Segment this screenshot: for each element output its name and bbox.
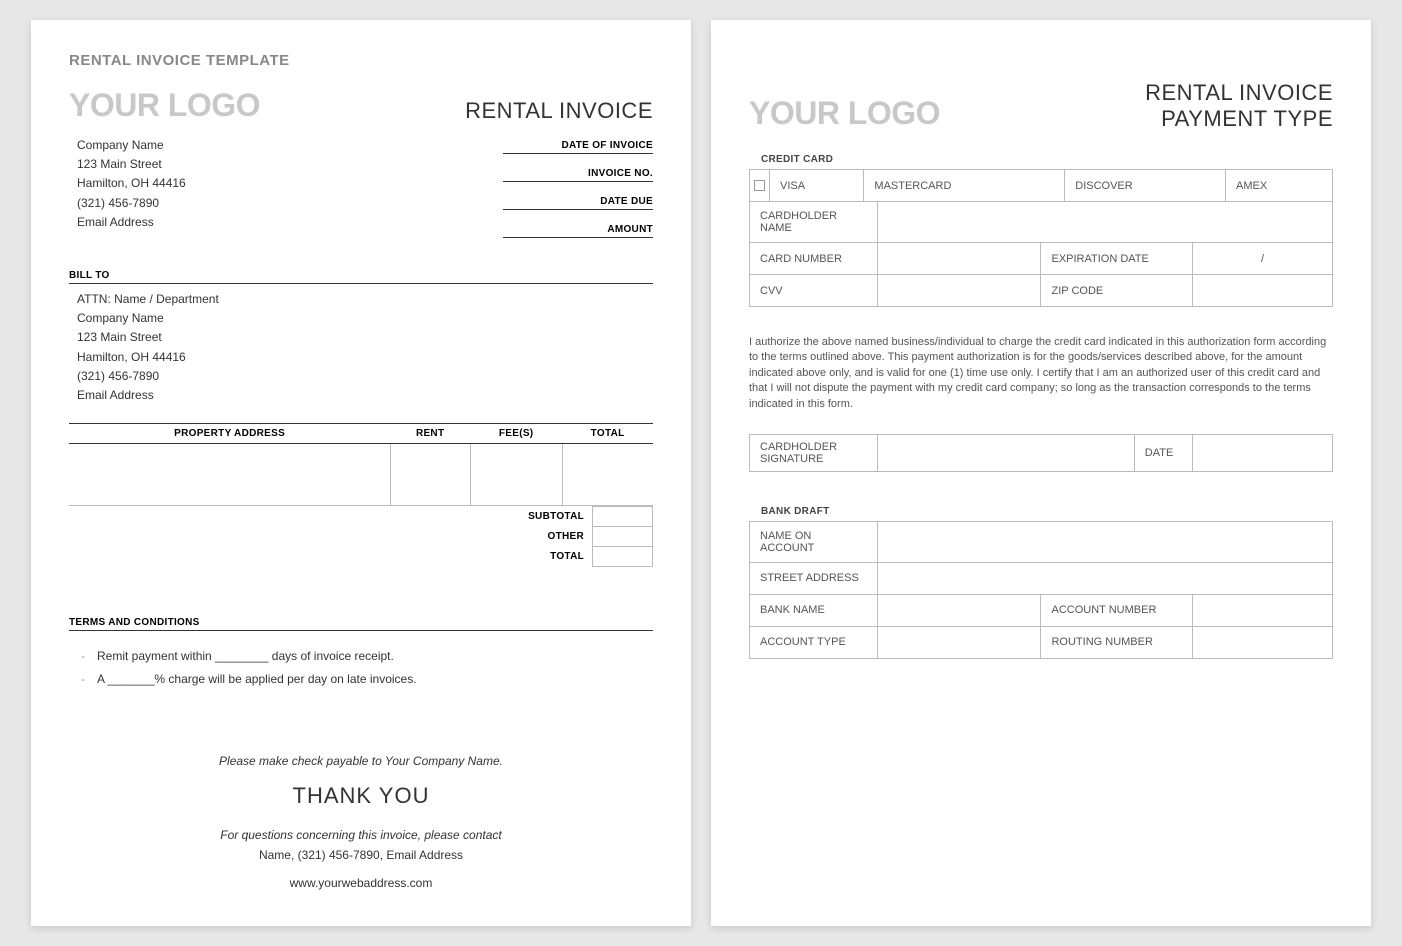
invoice-page-1: RENTAL INVOICE TEMPLATE YOUR LOGO RENTAL… (31, 20, 691, 926)
bank-name-label: BANK NAME (750, 594, 878, 626)
info-row: Company Name 123 Main Street Hamilton, O… (69, 136, 653, 248)
subtotal-value[interactable] (593, 507, 653, 527)
name-on-account-value[interactable] (878, 521, 1333, 562)
total-label: TOTAL (520, 547, 592, 567)
col-rent: RENT (390, 424, 470, 444)
col-fees: FEE(S) (470, 424, 562, 444)
meta-invoice-no: INVOICE NO. (503, 164, 653, 182)
expiration-label: EXPIRATION DATE (1041, 243, 1193, 275)
header-row: YOUR LOGO RENTAL INVOICE (69, 87, 653, 124)
street-address-label: STREET ADDRESS (750, 562, 878, 594)
term-item: A _______% charge will be applied per da… (97, 668, 653, 691)
account-number-value[interactable] (1193, 594, 1333, 626)
signature-label: CARDHOLDER SIGNATURE (750, 434, 878, 471)
col-property: PROPERTY ADDRESS (69, 424, 390, 444)
terms-list: Remit payment within ________ days of in… (69, 645, 653, 691)
visa-label: VISA (770, 170, 864, 202)
document-type: RENTAL INVOICE (465, 98, 653, 124)
discover-label: DISCOVER (1065, 170, 1226, 202)
cell-fees[interactable] (470, 444, 562, 506)
table-row (69, 444, 653, 506)
document-type-2: RENTAL INVOICE PAYMENT TYPE (1145, 80, 1333, 132)
cell-property[interactable] (69, 444, 390, 506)
mastercard-label: MASTERCARD (864, 170, 1065, 202)
cell-total[interactable] (562, 444, 653, 506)
company-street: 123 Main Street (77, 155, 186, 174)
bank-draft-label: BANK DRAFT (761, 506, 1333, 517)
other-value[interactable] (593, 527, 653, 547)
term-item: Remit payment within ________ days of in… (97, 645, 653, 668)
signature-table: CARDHOLDER SIGNATURE DATE (749, 434, 1333, 472)
billto-email: Email Address (77, 386, 653, 405)
invoice-page-2: YOUR LOGO RENTAL INVOICE PAYMENT TYPE CR… (711, 20, 1371, 926)
date-value[interactable] (1193, 434, 1333, 471)
totals-block: SUBTOTAL OTHER TOTAL (69, 506, 653, 567)
billto-company: Company Name (77, 309, 653, 328)
authorization-text: I authorize the above named business/ind… (749, 335, 1333, 412)
amex-label: AMEX (1226, 170, 1333, 202)
credit-card-fields-table: CARDHOLDER NAME CARD NUMBER EXPIRATION D… (749, 201, 1333, 307)
cardholder-value[interactable] (878, 202, 1333, 243)
visa-checkbox-cell[interactable] (750, 170, 770, 202)
date-label: DATE (1134, 434, 1192, 471)
bill-to-block: ATTN: Name / Department Company Name 123… (69, 290, 653, 405)
col-total: TOTAL (562, 424, 653, 444)
company-phone: (321) 456-7890 (77, 194, 186, 213)
bank-draft-table: NAME ON ACCOUNT STREET ADDRESS BANK NAME… (749, 521, 1333, 659)
account-type-value[interactable] (878, 626, 1041, 658)
logo-placeholder: YOUR LOGO (69, 87, 260, 124)
meta-date-of-invoice: DATE OF INVOICE (503, 136, 653, 154)
bank-name-value[interactable] (878, 594, 1041, 626)
company-name: Company Name (77, 136, 186, 155)
meta-amount: AMOUNT (503, 220, 653, 238)
account-type-label: ACCOUNT TYPE (750, 626, 878, 658)
billto-street: 123 Main Street (77, 328, 653, 347)
company-email: Email Address (77, 213, 186, 232)
zip-label: ZIP CODE (1041, 275, 1193, 307)
total-value[interactable] (593, 547, 653, 567)
billto-attn: ATTN: Name / Department (77, 290, 653, 309)
checkbox-icon (754, 180, 765, 191)
company-block: Company Name 123 Main Street Hamilton, O… (69, 136, 186, 248)
footer-payable: Please make check payable to Your Compan… (69, 751, 653, 771)
account-number-label: ACCOUNT NUMBER (1041, 594, 1193, 626)
credit-card-type-table: VISA MASTERCARD DISCOVER AMEX (749, 169, 1333, 202)
other-label: OTHER (520, 527, 592, 547)
zip-value[interactable] (1193, 275, 1333, 307)
subtotal-label: SUBTOTAL (520, 507, 592, 527)
footer-web: www.yourwebaddress.com (69, 873, 653, 893)
doc-type-line1: RENTAL INVOICE (1145, 80, 1333, 106)
routing-number-label: ROUTING NUMBER (1041, 626, 1193, 658)
property-table: PROPERTY ADDRESS RENT FEE(S) TOTAL (69, 423, 653, 506)
meta-block: DATE OF INVOICE INVOICE NO. DATE DUE AMO… (503, 136, 653, 248)
cardholder-label: CARDHOLDER NAME (750, 202, 878, 243)
cardnumber-value[interactable] (878, 243, 1041, 275)
signature-value[interactable] (878, 434, 1135, 471)
cvv-value[interactable] (878, 275, 1041, 307)
company-city: Hamilton, OH 44416 (77, 174, 186, 193)
billto-phone: (321) 456-7890 (77, 367, 653, 386)
meta-date-due: DATE DUE (503, 192, 653, 210)
template-title: RENTAL INVOICE TEMPLATE (69, 52, 653, 69)
header-row-2: YOUR LOGO RENTAL INVOICE PAYMENT TYPE (749, 80, 1333, 132)
expiration-value[interactable]: / (1193, 243, 1333, 275)
cardnumber-label: CARD NUMBER (750, 243, 878, 275)
logo-placeholder-2: YOUR LOGO (749, 95, 940, 132)
thank-you: THANK YOU (69, 777, 653, 814)
cell-rent[interactable] (390, 444, 470, 506)
bill-to-label: BILL TO (69, 270, 653, 284)
terms-label: TERMS AND CONDITIONS (69, 617, 653, 631)
billto-city: Hamilton, OH 44416 (77, 348, 653, 367)
footer-contact2: Name, (321) 456-7890, Email Address (69, 845, 653, 865)
credit-card-label: CREDIT CARD (761, 154, 1333, 165)
footer-block: Please make check payable to Your Compan… (69, 751, 653, 894)
cvv-label: CVV (750, 275, 878, 307)
routing-number-value[interactable] (1193, 626, 1333, 658)
footer-contact1: For questions concerning this invoice, p… (69, 825, 653, 845)
doc-type-line2: PAYMENT TYPE (1145, 106, 1333, 132)
name-on-account-label: NAME ON ACCOUNT (750, 521, 878, 562)
street-address-value[interactable] (878, 562, 1333, 594)
